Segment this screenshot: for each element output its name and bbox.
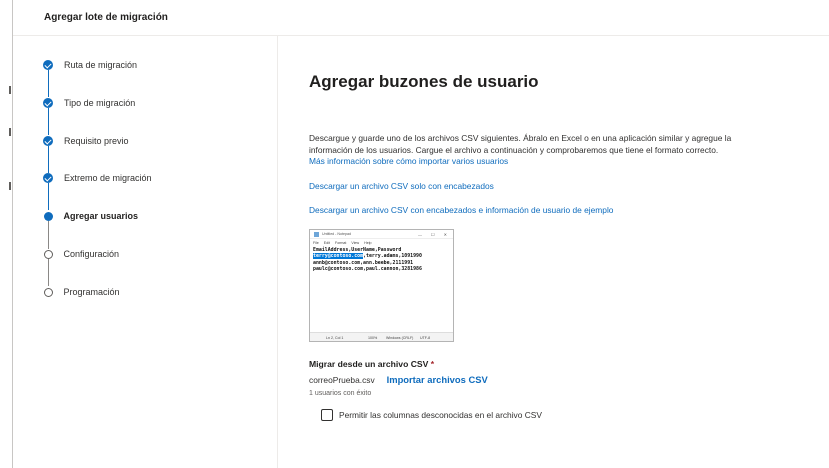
- notepad-statusbar: Ln 2, Col 1 100% Windows (CRLF) UTF-8: [310, 332, 453, 341]
- background-window-edge: [0, 0, 12, 468]
- step-connector: [47, 183, 49, 210]
- notepad-menubar: File Edit Format View Help: [310, 239, 453, 246]
- status-eol: Windows (CRLF): [386, 335, 414, 340]
- close-icon: ✕: [443, 231, 447, 237]
- instructions-text: Descargue y guarde uno de los archivos C…: [309, 133, 732, 155]
- step-tipo-de-migracion[interactable]: Tipo de migración: [43, 96, 135, 110]
- notepad-title: Untitled - Notepad: [322, 232, 351, 236]
- step-label: Extremo de migración: [64, 173, 152, 183]
- step-extremo-de-migracion[interactable]: Extremo de migración: [43, 171, 152, 185]
- menu-edit: Edit: [323, 240, 330, 245]
- step-label: Agregar usuarios: [63, 211, 139, 221]
- selected-file-name: correoPrueba.csv: [309, 375, 375, 385]
- allow-unknown-columns-checkbox[interactable]: [321, 409, 333, 421]
- step-pending-circle-icon: [43, 287, 53, 297]
- step-done-check-icon: [43, 136, 53, 146]
- migration-batch-panel: Agregar lote de migración Ruta de migrac…: [12, 0, 829, 468]
- step-done-check-icon: [43, 60, 53, 70]
- step-label: Programación: [63, 287, 120, 297]
- step-done-check-icon: [43, 173, 53, 183]
- menu-view: View: [351, 240, 360, 245]
- status-encoding: UTF-8: [420, 335, 431, 340]
- csv-line: paulc@contoso.com,paul.cannon,3281986: [313, 266, 422, 273]
- notepad-text: EmailAddress,UserName,Password terry@con…: [310, 246, 453, 274]
- step-ruta-de-migracion[interactable]: Ruta de migración: [43, 58, 137, 72]
- step-label: Requisito previo: [64, 136, 129, 146]
- status-zoom: 100%: [368, 335, 378, 340]
- allow-unknown-columns-option[interactable]: Permitir las columnas desconocidas en el…: [321, 409, 542, 421]
- step-requisito-previo[interactable]: Requisito previo: [43, 134, 129, 148]
- menu-help: Help: [364, 240, 372, 245]
- step-configuracion[interactable]: Configuración: [43, 247, 119, 261]
- csv-import-label: Migrar desde un archivo CSV *: [309, 359, 434, 369]
- step-agregar-usuarios[interactable]: Agregar usuarios: [43, 209, 138, 223]
- page-title: Agregar buzones de usuario: [309, 72, 539, 91]
- notepad-icon: [314, 231, 319, 237]
- edge-mark: [9, 128, 11, 136]
- step-label: Tipo de migración: [64, 98, 136, 108]
- step-label: Ruta de migración: [64, 60, 138, 70]
- maximize-icon: ☐: [431, 231, 435, 237]
- step-programacion[interactable]: Programación: [43, 285, 120, 299]
- notepad-titlebar: Untitled - Notepad — ☐ ✕: [310, 230, 453, 239]
- step-current-dot-icon: [43, 211, 53, 221]
- menu-file: File: [313, 240, 319, 245]
- step-connector: [47, 259, 49, 286]
- import-csv-button[interactable]: Importar archivos CSV: [387, 374, 488, 385]
- main-content: Agregar buzones de usuario Descargue y g…: [309, 36, 829, 468]
- status-position: Ln 2, Col 1: [326, 335, 344, 340]
- step-connector: [47, 70, 49, 97]
- panel-header: Agregar lote de migración: [13, 0, 829, 36]
- step-done-check-icon: [43, 98, 53, 108]
- file-row: correoPrueba.csv Importar archivos CSV: [309, 374, 488, 385]
- menu-format: Format: [335, 240, 347, 245]
- download-csv-headers-link[interactable]: Descargar un archivo CSV solo con encabe…: [309, 181, 494, 191]
- csv-example-screenshot: Untitled - Notepad — ☐ ✕ File Edit Forma…: [309, 229, 454, 342]
- step-connector: [47, 146, 49, 173]
- csv-import-label-text: Migrar desde un archivo CSV: [309, 359, 429, 369]
- step-connector: [47, 108, 49, 135]
- csv-highlight: terry@contoso.com: [313, 253, 364, 260]
- download-csv-sample-link[interactable]: Descargar un archivo CSV con encabezados…: [309, 205, 613, 215]
- csv-line-rest: ,terry.adams,1091990: [363, 253, 422, 260]
- allow-unknown-columns-label: Permitir las columnas desconocidas en el…: [339, 410, 542, 420]
- step-label: Configuración: [63, 249, 120, 259]
- step-pending-circle-icon: [43, 249, 53, 259]
- learn-more-link[interactable]: Más información sobre cómo importar vari…: [309, 156, 508, 166]
- required-marker: *: [430, 359, 435, 369]
- edge-mark: [9, 86, 11, 94]
- edge-mark: [9, 182, 11, 190]
- wizard-steps: Ruta de migración Tipo de migración Requ…: [13, 36, 278, 468]
- minimize-icon: —: [418, 231, 423, 237]
- window-controls: — ☐ ✕: [418, 232, 453, 237]
- step-connector: [47, 221, 49, 249]
- panel-title: Agregar lote de migración: [44, 12, 168, 23]
- import-success-text: 1 usuarios con éxito: [309, 390, 372, 397]
